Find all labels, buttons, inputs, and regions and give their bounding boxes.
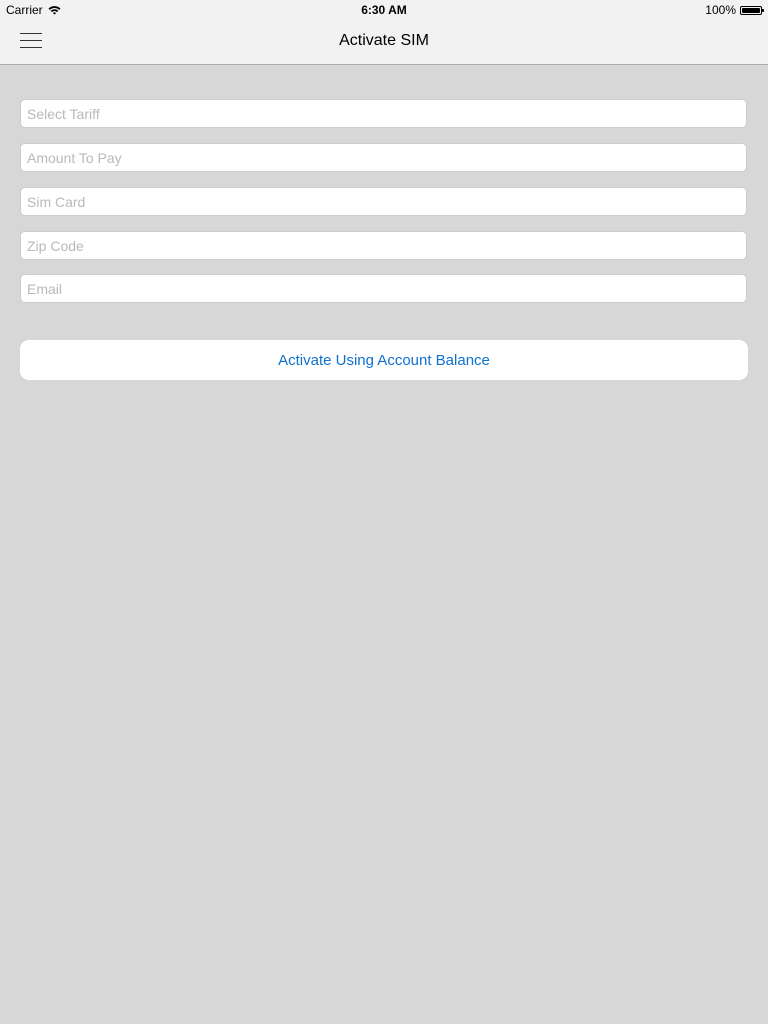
amount-to-pay-field[interactable]: [20, 143, 747, 172]
activate-using-account-balance-button[interactable]: Activate Using Account Balance: [20, 340, 748, 380]
navigation-bar: Activate SIM: [0, 20, 768, 65]
battery-icon: [740, 5, 764, 15]
email-field[interactable]: [20, 274, 747, 303]
page-title: Activate SIM: [339, 32, 429, 49]
status-right: 100%: [705, 3, 764, 17]
battery-percent: 100%: [705, 3, 736, 17]
zip-code-field[interactable]: [20, 231, 747, 260]
battery-fill: [742, 7, 760, 13]
sim-card-field[interactable]: [20, 187, 747, 216]
status-bar: Carrier 6:30 AM 100%: [0, 0, 768, 20]
select-tariff-field[interactable]: [20, 99, 747, 128]
status-time: 6:30 AM: [361, 3, 407, 17]
activation-form: [20, 99, 748, 318]
